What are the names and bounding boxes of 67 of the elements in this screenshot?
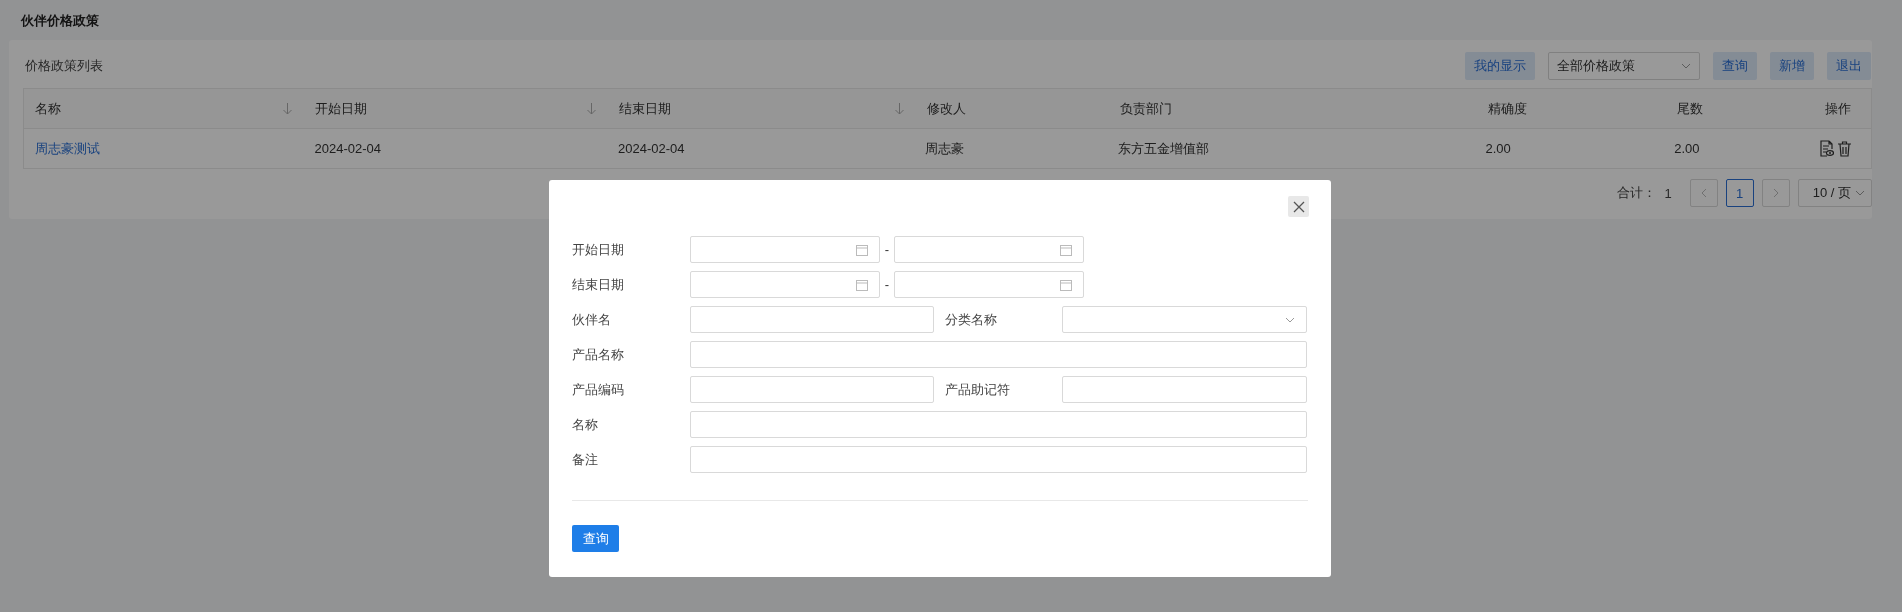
calendar-icon [1060, 278, 1072, 291]
range-separator: - [883, 242, 891, 257]
filter-dropdown[interactable]: 全部价格政策 [1548, 52, 1700, 80]
total-label: 合计： [1617, 184, 1657, 202]
next-page-button[interactable] [1761, 179, 1790, 207]
toolbar-button[interactable]: 新增 [1770, 52, 1814, 80]
table-cell: 2024-02-04 [314, 141, 382, 156]
field-label: 产品编码 [572, 381, 625, 399]
field-label: 伙伴名 [572, 311, 612, 329]
search-button[interactable]: 查询 [572, 525, 619, 552]
field-label: 备注 [572, 451, 599, 469]
input-field[interactable] [690, 341, 1307, 368]
input-field[interactable] [690, 306, 934, 333]
select-field[interactable] [1062, 306, 1307, 333]
column-header: 尾数 [1677, 99, 1703, 118]
column-header: 开始日期 [315, 99, 367, 118]
toolbar-button[interactable]: 查询 [1713, 52, 1757, 80]
input-field[interactable] [1062, 376, 1307, 403]
field-label: 开始日期 [572, 241, 625, 259]
table-cell: 2.00 [1485, 141, 1511, 156]
chevron-left-icon [1700, 188, 1707, 198]
table-cell: 周志豪 [925, 139, 965, 158]
total-count: 1 [1664, 185, 1672, 201]
date-field[interactable] [894, 236, 1084, 263]
chevron-down-icon [1285, 316, 1295, 323]
field-label: 产品名称 [572, 346, 625, 364]
table-cell: 2024-02-04 [618, 141, 685, 156]
toolbar-button[interactable]: 我的显示 [1465, 52, 1535, 80]
field-label: 名称 [572, 416, 599, 434]
calendar-icon [856, 243, 868, 256]
calendar-icon [1060, 243, 1072, 256]
close-button[interactable] [1288, 196, 1309, 217]
table-cell: 东方五金增值部 [1118, 139, 1210, 158]
page-size-dropdown[interactable]: 10 / 页 [1797, 179, 1872, 207]
page-title: 伙伴价格政策 [19, 12, 100, 30]
column-header: 操作 [1825, 99, 1851, 118]
date-field[interactable] [690, 271, 880, 298]
close-icon [1292, 200, 1305, 213]
previous-page-button[interactable] [1689, 179, 1718, 207]
toolbar-button[interactable]: 退出 [1827, 52, 1871, 80]
document-eye-icon[interactable] [1819, 140, 1834, 157]
sort-arrow-icon[interactable] [895, 102, 904, 115]
field-label: 结束日期 [572, 276, 625, 294]
calendar-icon [856, 278, 868, 291]
column-header: 负责部门 [1120, 99, 1172, 118]
table-cell: 2.00 [1674, 141, 1700, 156]
trash-icon[interactable] [1838, 140, 1851, 157]
column-header: 结束日期 [619, 99, 671, 118]
date-field[interactable] [894, 271, 1084, 298]
column-header: 精确度 [1488, 99, 1527, 118]
page-button[interactable]: 1 [1725, 179, 1754, 207]
input-field[interactable] [690, 411, 1307, 438]
name-link[interactable]: 周志豪测试 [35, 139, 100, 158]
chevron-down-icon [1855, 190, 1865, 196]
field-label: 产品助记符 [944, 381, 1011, 399]
input-field[interactable] [690, 376, 934, 403]
sort-arrow-icon[interactable] [283, 102, 292, 115]
chevron-down-icon [1681, 63, 1691, 69]
range-separator: - [883, 277, 891, 292]
column-header: 修改人 [927, 99, 966, 118]
chevron-right-icon [1772, 188, 1779, 198]
field-label: 分类名称 [944, 311, 998, 329]
input-field[interactable] [690, 446, 1307, 473]
column-header: 名称 [35, 99, 61, 118]
date-field[interactable] [690, 236, 880, 263]
sort-arrow-icon[interactable] [587, 102, 596, 115]
panel-title: 价格政策列表 [24, 57, 103, 75]
